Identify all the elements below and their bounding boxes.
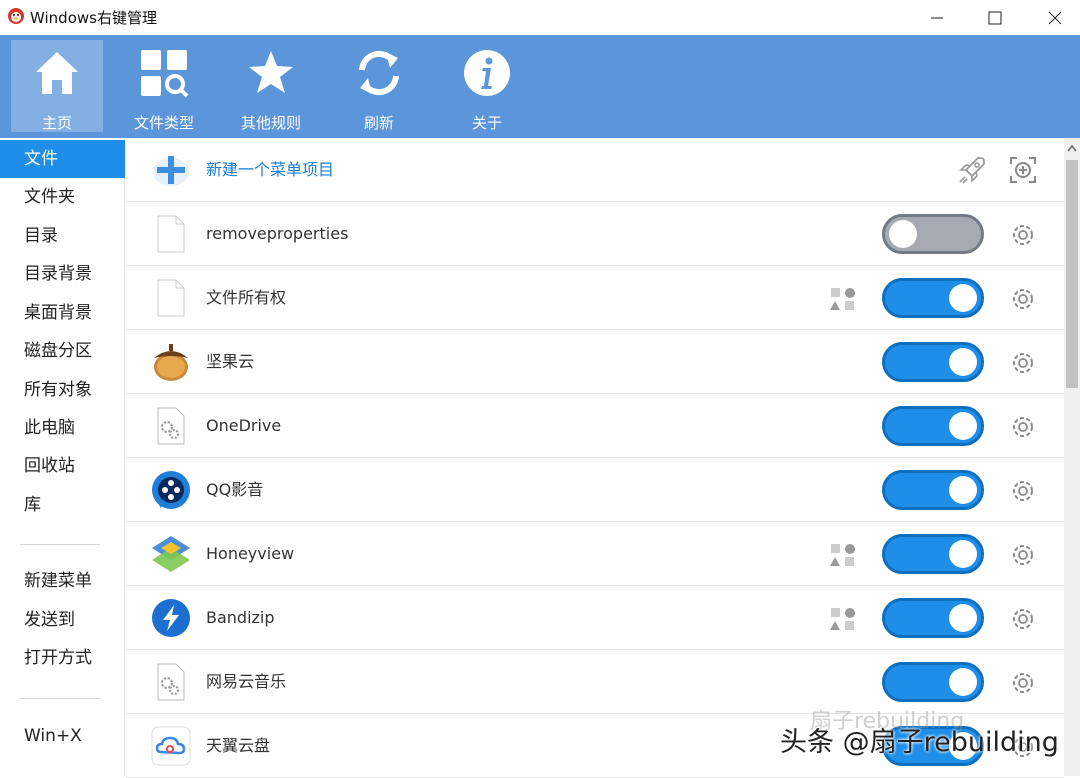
menu-item-row[interactable]: Bandizip	[126, 586, 1064, 650]
toolbar-about-label: 关于	[471, 114, 502, 132]
sidebar-item-library[interactable]: 库	[0, 486, 125, 524]
info-icon	[464, 50, 510, 96]
add-new-icon[interactable]	[1008, 155, 1038, 185]
gear-file-icon	[150, 662, 192, 702]
sidebar-divider	[20, 698, 100, 699]
menu-item-row[interactable]: removeproperties	[126, 202, 1064, 266]
toolbar-home-label: 主页	[41, 114, 72, 132]
scroll-up-arrow-icon[interactable]	[1067, 144, 1077, 152]
blank-file-icon	[150, 214, 192, 254]
sidebar-item-directory-background[interactable]: 目录背景	[0, 255, 125, 293]
sidebar-item-file[interactable]: 文件	[0, 140, 125, 178]
tianyi-cloud-icon	[150, 726, 192, 766]
enable-toggle[interactable]	[882, 214, 984, 254]
enable-toggle[interactable]	[882, 278, 984, 318]
toolbar-home-button[interactable]: 主页	[11, 40, 103, 132]
gear-icon[interactable]	[1010, 606, 1036, 632]
menu-item-label: Honeyview	[206, 544, 295, 563]
close-icon	[1048, 11, 1062, 24]
title-bar: Windows右键管理	[0, 0, 1080, 35]
honeyview-icon	[150, 534, 192, 574]
vertical-scrollbar[interactable]	[1064, 138, 1080, 776]
gear-icon[interactable]	[1010, 286, 1036, 312]
menu-item-row[interactable]: Honeyview	[126, 522, 1064, 586]
acorn-icon	[150, 342, 192, 382]
minimize-button[interactable]	[907, 0, 967, 35]
sidebar-item-new-menu[interactable]: 新建菜单	[0, 562, 125, 600]
sidebar-item-send-to[interactable]: 发送到	[0, 601, 125, 639]
main-toolbar: 主页 文件类型 其他规则 刷新 关于	[0, 35, 1080, 138]
menu-item-label: QQ影音	[206, 480, 264, 499]
new-menu-item-label: 新建一个菜单项目	[206, 160, 335, 179]
sidebar-item-folder[interactable]: 文件夹	[0, 178, 125, 216]
menu-item-label: 坚果云	[206, 352, 255, 371]
gear-icon[interactable]	[1010, 350, 1036, 376]
menu-item-label: Bandizip	[206, 608, 275, 627]
menu-item-row[interactable]: 文件所有权	[126, 266, 1064, 330]
gear-icon[interactable]	[1010, 670, 1036, 696]
refresh-icon	[359, 50, 399, 96]
menu-item-row[interactable]: QQ影音	[126, 458, 1064, 522]
scroll-thumb[interactable]	[1066, 160, 1078, 388]
menu-item-list: 新建一个菜单项目 removeproperties 文件所有权 坚果云 OneD…	[126, 138, 1064, 778]
menu-item-row[interactable]: OneDrive	[126, 394, 1064, 458]
menu-item-label: OneDrive	[206, 416, 282, 435]
blank-file-icon	[150, 278, 192, 318]
sidebar-divider	[20, 544, 100, 545]
gear-icon[interactable]	[1010, 222, 1036, 248]
toolbar-about-button[interactable]: 关于	[441, 40, 533, 132]
home-icon	[36, 52, 78, 94]
enable-toggle[interactable]	[882, 598, 984, 638]
toolbar-file-types-button[interactable]: 文件类型	[118, 40, 210, 132]
menu-item-row[interactable]: 坚果云	[126, 330, 1064, 394]
new-menu-item-row[interactable]: 新建一个菜单项目	[126, 138, 1064, 202]
sidebar: 文件 文件夹 目录 目录背景 桌面背景 磁盘分区 所有对象 此电脑 回收站 库 …	[0, 138, 125, 776]
gear-icon[interactable]	[1010, 478, 1036, 504]
toolbar-other-rules-button[interactable]: 其他规则	[225, 40, 317, 132]
app-logo-icon	[8, 8, 24, 24]
menu-item-label: 天翼云盘	[206, 736, 271, 755]
enable-toggle[interactable]	[882, 662, 984, 702]
sidebar-item-drive[interactable]: 磁盘分区	[0, 332, 125, 370]
sidebar-item-desktop-background[interactable]: 桌面背景	[0, 294, 125, 332]
enable-toggle[interactable]	[882, 534, 984, 574]
add-icon	[150, 150, 192, 190]
shapes-icon[interactable]	[830, 287, 856, 311]
enable-toggle[interactable]	[882, 342, 984, 382]
gear-icon[interactable]	[1010, 542, 1036, 568]
toolbar-refresh-label: 刷新	[363, 114, 394, 132]
sidebar-item-this-pc[interactable]: 此电脑	[0, 409, 125, 447]
sidebar-item-winx[interactable]: Win+X	[0, 717, 125, 755]
enable-toggle[interactable]	[882, 406, 984, 446]
shapes-icon[interactable]	[830, 543, 856, 567]
toolbar-file-types-label: 文件类型	[133, 114, 194, 132]
star-icon	[249, 51, 293, 93]
enable-toggle[interactable]	[882, 470, 984, 510]
qq-player-icon	[150, 470, 192, 510]
toolbar-other-rules-label: 其他规则	[240, 114, 301, 132]
sidebar-item-recycle-bin[interactable]: 回收站	[0, 447, 125, 485]
rocket-icon[interactable]	[956, 154, 988, 186]
menu-item-label: removeproperties	[206, 224, 349, 243]
file-type-search-icon	[141, 50, 189, 98]
menu-item-label: 网易云音乐	[206, 672, 287, 691]
minimize-icon	[931, 17, 943, 18]
menu-item-label: 文件所有权	[206, 288, 287, 307]
close-button[interactable]	[1025, 0, 1080, 35]
sidebar-item-all-objects[interactable]: 所有对象	[0, 371, 125, 409]
shapes-icon[interactable]	[830, 607, 856, 631]
sidebar-item-open-with[interactable]: 打开方式	[0, 639, 125, 677]
window-title: Windows右键管理	[30, 9, 157, 27]
maximize-icon	[988, 11, 1002, 24]
gear-file-icon	[150, 406, 192, 446]
sidebar-item-directory[interactable]: 目录	[0, 217, 125, 255]
watermark-text: 头条 @扇子rebuilding	[780, 727, 1059, 758]
gear-icon[interactable]	[1010, 414, 1036, 440]
toolbar-refresh-button[interactable]: 刷新	[333, 40, 425, 132]
bandizip-icon	[150, 598, 192, 638]
maximize-button[interactable]	[965, 0, 1025, 35]
